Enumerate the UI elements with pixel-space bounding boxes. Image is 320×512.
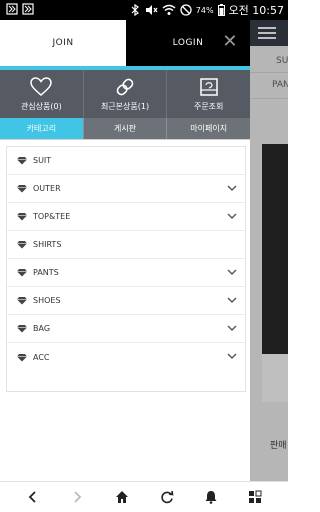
close-icon[interactable]: ✕ [222,33,238,51]
diamond-icon [17,185,27,193]
home-icon[interactable] [115,489,129,503]
category-label: TOP&TEE [33,212,71,221]
category-item-pants[interactable]: PANTS [7,259,245,287]
battery-icon [217,4,225,16]
diamond-icon [17,269,27,277]
chevron-down-icon[interactable] [227,352,237,360]
quick-links: 관심상품(0) 최근본상품(1) 주문조회 [0,70,250,118]
battery-percent: 74% [195,5,214,15]
category-label: SHOES [33,296,61,305]
wishlist-button[interactable]: 관심상품(0) [0,70,84,118]
chevron-down-icon[interactable] [227,212,237,220]
category-list: SUIT OUTER TOP&TEE SHIRTS PANTS SHOES BA… [6,146,246,392]
grid-icon[interactable] [248,489,262,503]
recent-products-button[interactable]: 최근본상품(1) [84,70,168,118]
chevron-down-icon[interactable] [227,184,237,192]
no-disturb-icon [180,4,192,16]
notification-icons [6,3,34,15]
diamond-icon [17,213,27,221]
category-item-suit[interactable]: SUIT [7,147,245,175]
category-item-outer[interactable]: OUTER [7,175,245,203]
heart-icon [30,76,53,96]
bell-icon[interactable] [204,489,218,504]
login-button[interactable]: LOGIN ✕ [126,20,250,66]
drawer-tabs: 카테고리 게시판 마이페이지 [0,118,251,140]
notification-icon [22,3,34,15]
forward-icon[interactable] [70,489,84,503]
join-label: JOIN [52,38,74,48]
category-label: BAG [33,324,51,333]
category-label: ACC [33,352,50,362]
link-icon [116,78,134,95]
category-label: SHIRTS [33,240,62,249]
login-label: LOGIN [172,38,204,48]
category-label: OUTER [33,184,61,193]
bottom-nav [0,481,288,512]
chevron-down-icon[interactable] [227,296,237,304]
category-item-shirts[interactable]: SHIRTS [7,231,245,259]
auth-row: JOIN LOGIN ✕ [0,20,250,66]
clock: 오전 10:57 [228,4,284,17]
order-lookup-button[interactable]: 주문조회 [167,70,250,118]
category-label: PANTS [33,268,59,277]
category-item-acc[interactable]: ACC [7,343,245,371]
chevron-down-icon[interactable] [227,268,237,276]
diamond-icon [17,297,27,305]
wishlist-label: 관심상품(0) [20,101,62,111]
side-drawer: JOIN LOGIN ✕ 관심상품(0) 최근본상품(1) 주문조회 카테고리 … [0,20,251,481]
order-box-icon [199,77,218,96]
bluetooth-icon [131,4,139,16]
drawer-overlay[interactable] [250,20,288,481]
order-lookup-label: 주문조회 [193,101,224,111]
tab-mypage[interactable]: 마이페이지 [167,118,251,139]
status-bar: 74% 오전 10:57 [0,0,288,20]
diamond-icon [17,241,27,249]
category-label: SUIT [33,156,52,165]
back-icon[interactable] [26,489,40,503]
diamond-icon [17,157,27,165]
status-right: 74% 오전 10:57 [130,2,284,18]
category-item-shoes[interactable]: SHOES [7,287,245,315]
notification-icon [6,3,18,15]
category-item-bag[interactable]: BAG [7,315,245,343]
wifi-icon [162,4,176,15]
chevron-down-icon[interactable] [227,324,237,332]
category-item-top-tee[interactable]: TOP&TEE [7,203,245,231]
tab-board[interactable]: 게시판 [83,118,168,139]
diamond-icon [17,353,27,361]
mute-icon [145,5,158,15]
tab-category[interactable]: 카테고리 [0,118,84,139]
join-button[interactable]: JOIN [0,20,126,66]
recent-products-label: 최근본상품(1) [100,101,150,111]
diamond-icon [17,325,27,333]
refresh-icon[interactable] [160,489,174,504]
